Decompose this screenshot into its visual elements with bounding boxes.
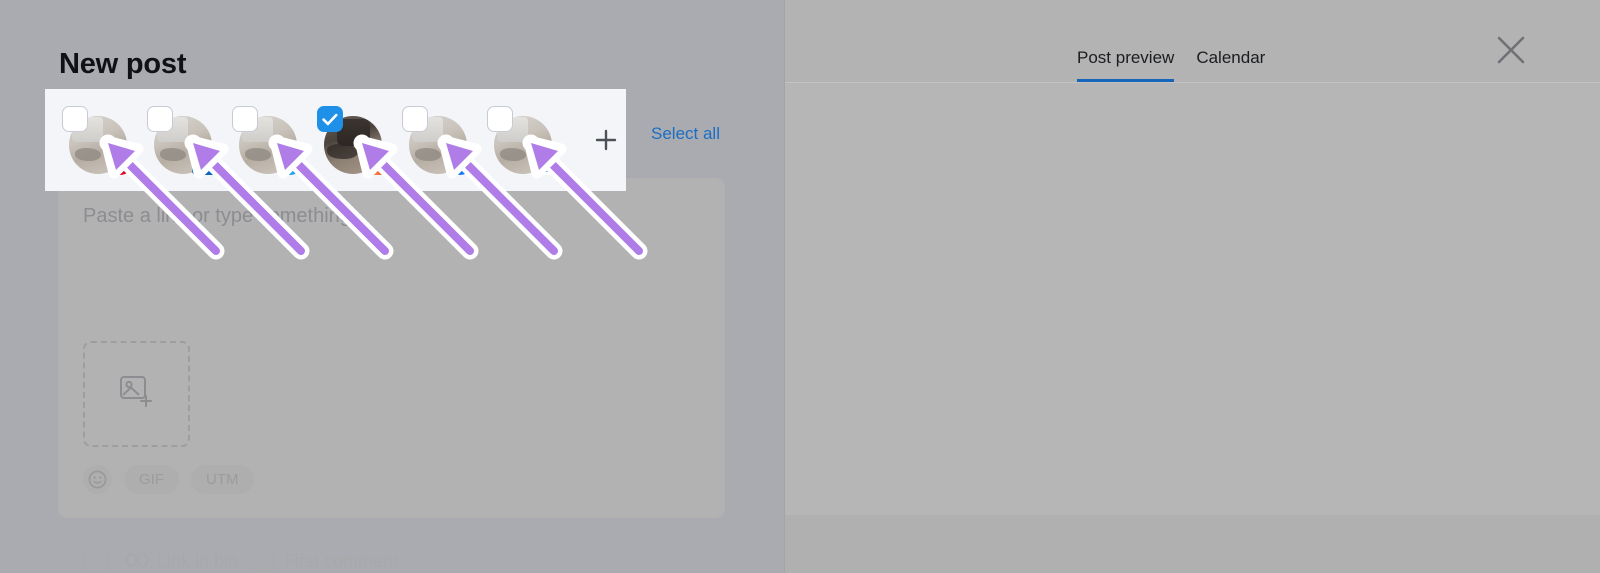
- account-selector-panel: [45, 89, 626, 191]
- account-checkbox[interactable]: [232, 106, 258, 132]
- first-comment-label: First comment: [284, 550, 399, 571]
- account-checkbox[interactable]: [317, 106, 343, 132]
- pinterest-icon: [106, 148, 134, 176]
- tab-post-preview[interactable]: Post preview: [1077, 48, 1175, 82]
- select-all-link[interactable]: Select all: [651, 124, 720, 144]
- instagram-icon: [361, 148, 389, 176]
- link-in-bio-label: Link in bio: [157, 550, 239, 571]
- link-in-bio-option[interactable]: Link in bio: [126, 551, 238, 572]
- plus-icon: [595, 129, 617, 151]
- preview-body: [785, 83, 1600, 515]
- checkbox-icon[interactable]: [255, 551, 276, 571]
- account-checkbox[interactable]: [402, 106, 428, 132]
- account-pinterest[interactable]: [62, 106, 133, 175]
- linkedin-icon: [191, 148, 219, 176]
- add-account-button[interactable]: [586, 120, 626, 160]
- utm-button[interactable]: UTM: [191, 465, 254, 494]
- media-upload-dropzone[interactable]: [83, 341, 190, 447]
- link-icon: [126, 551, 148, 572]
- bottom-options-row: Link in bio First comment: [83, 548, 398, 573]
- tab-calendar[interactable]: Calendar: [1196, 48, 1265, 82]
- account-google-business-profile[interactable]: [487, 106, 558, 175]
- account-checkbox[interactable]: [147, 106, 173, 132]
- page-title: New post: [59, 48, 187, 80]
- account-checkbox[interactable]: [62, 106, 88, 132]
- preview-footer: [785, 515, 1600, 573]
- emoji-icon[interactable]: [83, 465, 112, 494]
- close-icon[interactable]: [1494, 33, 1528, 67]
- account-instagram[interactable]: [317, 106, 388, 175]
- add-image-icon: [119, 375, 154, 413]
- instagram-icon: [83, 548, 109, 573]
- account-linkedin[interactable]: [147, 106, 218, 175]
- composer-toolbar: GIF UTM: [83, 465, 254, 494]
- first-comment-option[interactable]: First comment: [255, 551, 398, 572]
- google-business-icon: [531, 148, 559, 176]
- gif-button[interactable]: GIF: [124, 465, 179, 494]
- accounts-strip: [62, 106, 626, 175]
- facebook-icon: [446, 148, 474, 176]
- account-facebook[interactable]: [402, 106, 473, 175]
- preview-tabs: Post preview Calendar: [1077, 48, 1265, 82]
- twitter-icon: [276, 148, 304, 176]
- account-checkbox[interactable]: [487, 106, 513, 132]
- screen-root: New post Post preview Calendar Paste a l…: [0, 0, 1600, 573]
- account-twitter[interactable]: [232, 106, 303, 175]
- composer-placeholder: Paste a link or type something: [83, 205, 351, 227]
